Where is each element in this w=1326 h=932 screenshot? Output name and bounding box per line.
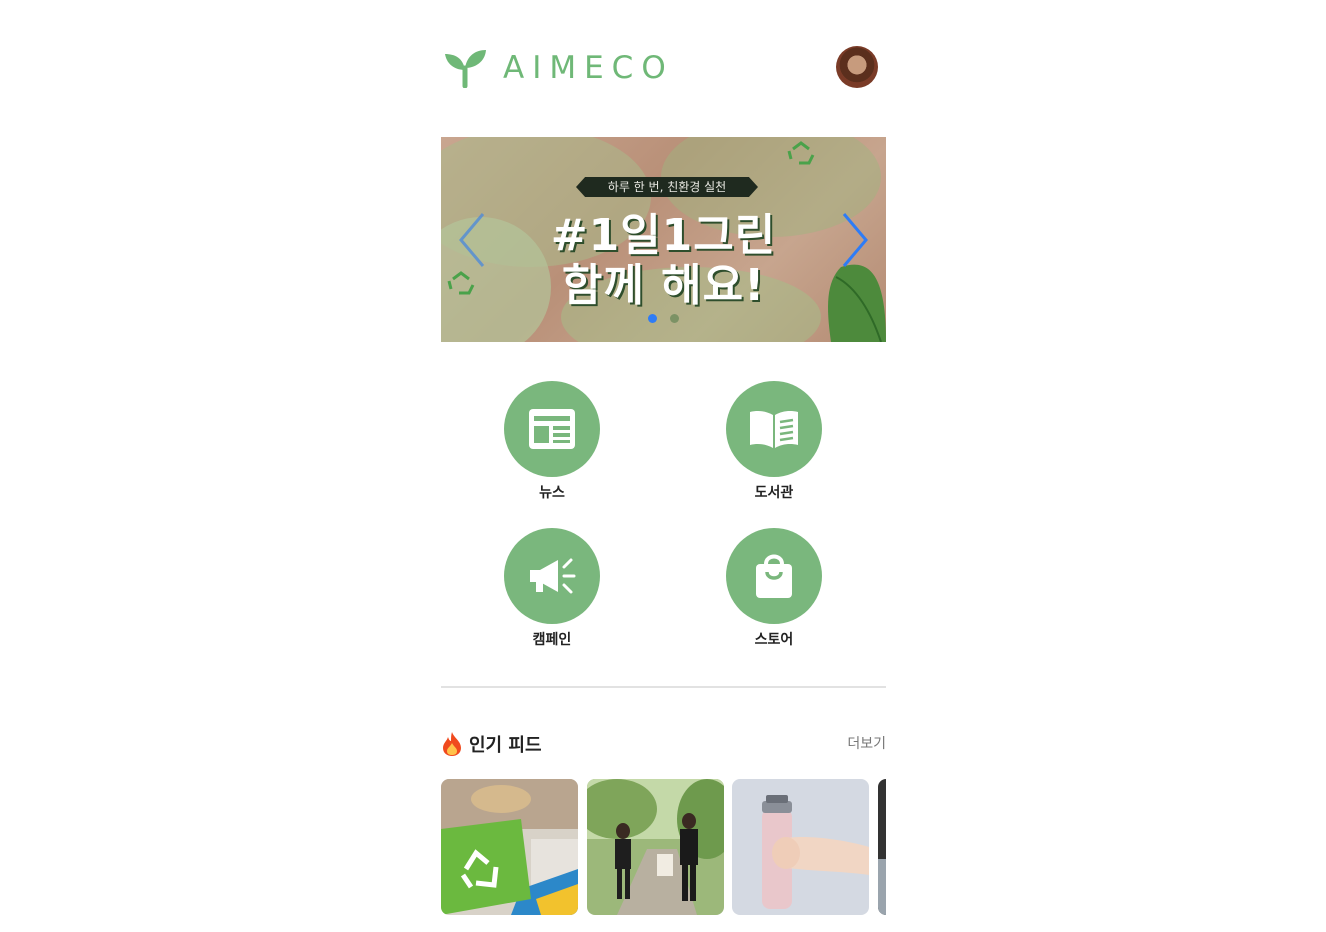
menu-store[interactable]: 스토어 — [719, 528, 829, 649]
feed-thumbnail[interactable] — [732, 779, 869, 915]
logo[interactable]: AIMECO — [443, 48, 674, 88]
menu-news-circle[interactable] — [504, 381, 600, 477]
recycling-bin-photo — [441, 779, 578, 915]
chevron-left-icon[interactable] — [455, 210, 489, 270]
section-divider — [441, 686, 886, 688]
newspaper-icon — [529, 409, 575, 449]
open-book-icon — [750, 411, 798, 448]
promo-banner[interactable]: 하루 한 번, 친환경 실천 #1일1그린 함께 해요! — [441, 137, 886, 342]
logo-text: AIMECO — [503, 50, 674, 86]
popular-feed-title: 인기 피드 — [469, 735, 542, 756]
menu-news-label: 뉴스 — [539, 485, 565, 501]
app-screen: AIMECO 하루 한 번, 친환경 실천 #1일1그린 함께 해요! 뉴스 도… — [441, 0, 886, 932]
menu-campaign-label: 캠페인 — [532, 632, 572, 648]
menu-store-label: 스토어 — [754, 632, 794, 648]
slide-dot[interactable] — [670, 314, 679, 323]
menu-library-label: 도서관 — [754, 485, 794, 501]
slide-dot-active[interactable] — [648, 314, 657, 323]
dark-photo-partial — [878, 779, 886, 915]
menu-library[interactable]: 도서관 — [719, 381, 829, 502]
menu-library-circle[interactable] — [726, 381, 822, 477]
tumbler-photo — [732, 779, 869, 915]
menu-campaign-circle[interactable] — [504, 528, 600, 624]
megaphone-icon — [530, 558, 576, 594]
menu-news[interactable]: 뉴스 — [497, 381, 607, 502]
header: AIMECO — [441, 40, 886, 100]
chevron-right-icon[interactable] — [838, 210, 872, 270]
feed-thumbnail[interactable] — [587, 779, 724, 915]
feed-thumbnail[interactable] — [441, 779, 578, 915]
banner-headline-2: 함께 해요! — [561, 260, 766, 311]
menu-campaign[interactable]: 캠페인 — [497, 528, 607, 649]
shopping-bag-icon — [756, 554, 792, 598]
fire-icon — [443, 732, 461, 756]
menu-store-circle[interactable] — [726, 528, 822, 624]
hikers-photo — [587, 779, 724, 915]
feed-thumbnail[interactable] — [878, 779, 886, 915]
popular-feed-heading: 인기 피드 — [441, 731, 542, 757]
more-link[interactable]: 더보기 — [847, 733, 886, 753]
banner-tagline: 하루 한 번, 친환경 실천 — [576, 177, 758, 197]
user-avatar[interactable] — [836, 46, 878, 88]
sprout-icon — [445, 50, 486, 88]
